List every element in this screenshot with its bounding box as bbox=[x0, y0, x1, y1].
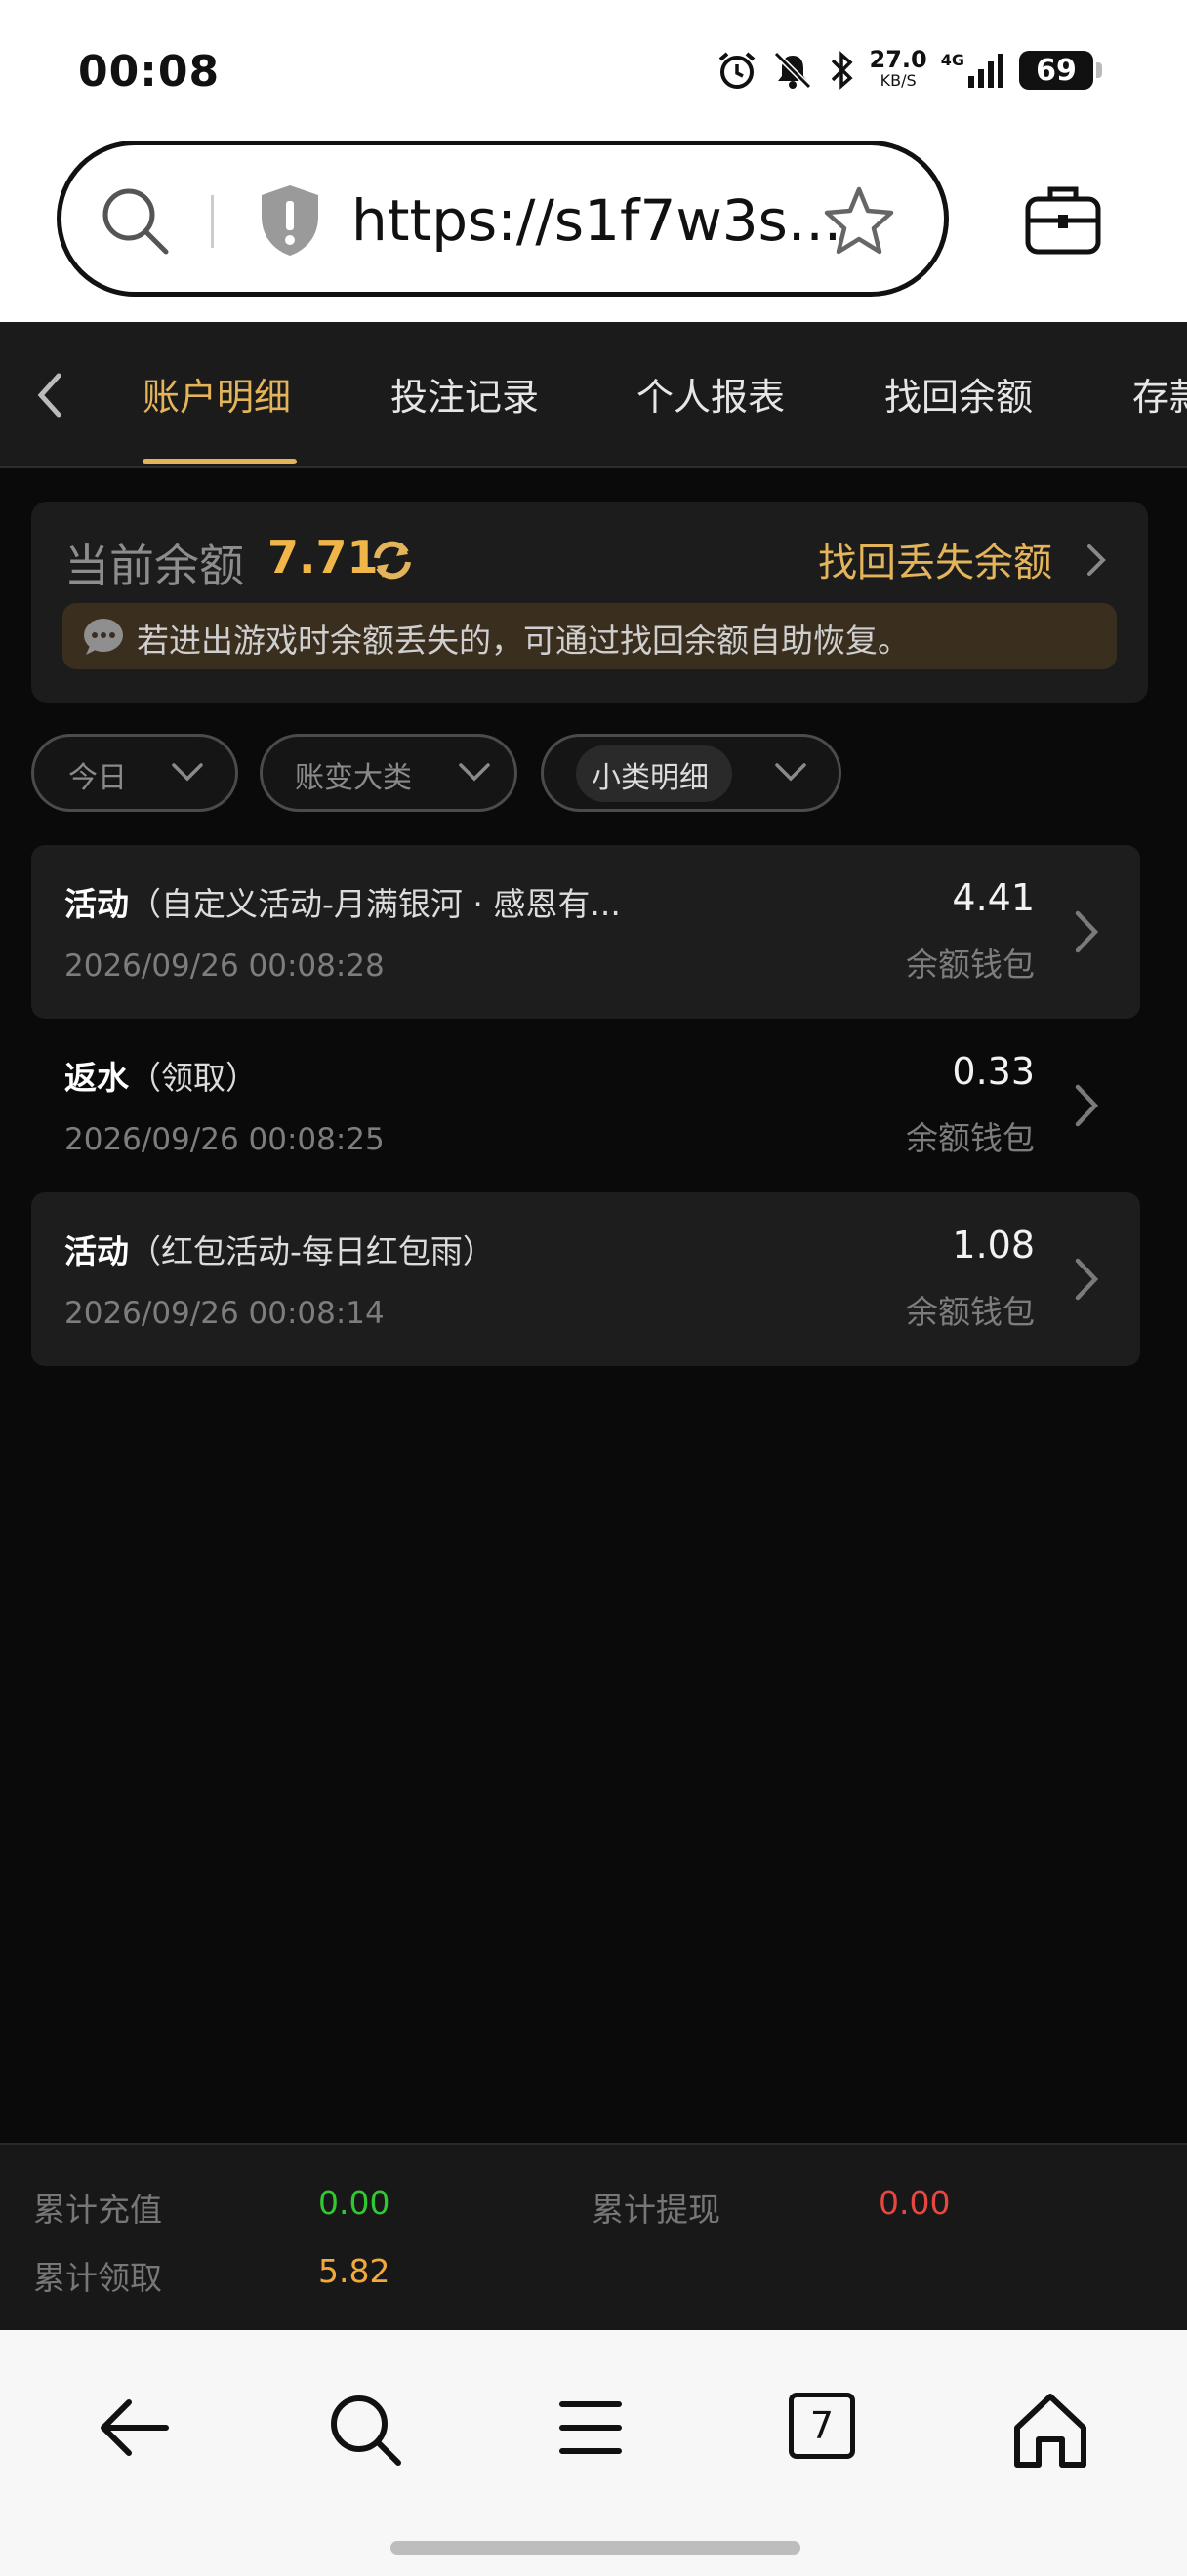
recover-lost-balance-link[interactable]: 找回丢失余额 bbox=[818, 531, 1052, 587]
menu-icon[interactable] bbox=[558, 2391, 623, 2465]
record-amount: 0.33 bbox=[952, 1050, 1035, 1093]
record-wallet: 余额钱包 bbox=[906, 1293, 1035, 1331]
bookmark-star-icon[interactable] bbox=[822, 183, 896, 258]
back-chevron-icon[interactable] bbox=[29, 366, 72, 424]
chevron-right-icon[interactable] bbox=[1082, 541, 1111, 580]
chat-bubble-icon bbox=[84, 619, 123, 655]
security-shield-icon[interactable] bbox=[256, 181, 324, 260]
alarm-icon bbox=[718, 52, 755, 89]
record-wallet: 余额钱包 bbox=[906, 946, 1035, 984]
chevron-right-icon bbox=[1075, 1258, 1099, 1301]
home-indicator bbox=[390, 2541, 800, 2555]
search-icon[interactable] bbox=[98, 183, 172, 258]
bell-muted-icon bbox=[773, 51, 811, 90]
back-arrow-icon[interactable] bbox=[94, 2391, 174, 2465]
record-amount: 4.41 bbox=[952, 876, 1035, 919]
list-item[interactable] bbox=[31, 1192, 1140, 1366]
total-recharge-label: 累计充值 bbox=[33, 2191, 162, 2229]
filter-date-label: 今日 bbox=[68, 761, 127, 795]
status-time: 00:08 bbox=[78, 47, 221, 97]
chevron-down-icon bbox=[172, 763, 203, 782]
tab-bet-records[interactable]: 投注记录 bbox=[390, 367, 539, 421]
chevron-right-icon bbox=[1075, 910, 1099, 953]
total-withdraw-value: 0.00 bbox=[879, 2184, 951, 2222]
chevron-right-icon[interactable] bbox=[1068, 1079, 1103, 1132]
total-claim-label: 累计领取 bbox=[33, 2259, 162, 2297]
record-time: 2026/09/26 00:08:28 bbox=[64, 948, 385, 984]
notice-text: 若进出游戏时余额丢失的，可通过找回余额自助恢复。 bbox=[137, 622, 910, 660]
url-text[interactable]: https://s1f7w3s... bbox=[351, 187, 841, 254]
record-amount: 1.08 bbox=[952, 1224, 1035, 1267]
tab-deposit[interactable]: 存款 bbox=[1132, 367, 1187, 421]
totals-summary bbox=[0, 2143, 1187, 2332]
chevron-down-icon bbox=[459, 763, 490, 782]
tab-recover-balance[interactable]: 找回余额 bbox=[884, 367, 1033, 421]
search-icon[interactable] bbox=[326, 2391, 404, 2469]
record-title[interactable]: 返水（领取） bbox=[64, 1052, 258, 1099]
chevron-down-icon bbox=[775, 763, 806, 782]
filter-date[interactable] bbox=[31, 734, 238, 812]
record-time: 2026/09/26 00:08:14 bbox=[64, 1296, 385, 1331]
record-wallet: 余额钱包 bbox=[906, 1119, 1035, 1157]
balance-label: 当前余额 bbox=[64, 540, 244, 592]
tab-personal-report[interactable]: 个人报表 bbox=[636, 367, 785, 421]
list-item[interactable] bbox=[31, 845, 1140, 1019]
tabs-count-button[interactable]: 7 bbox=[789, 2393, 855, 2459]
active-tab-indicator bbox=[143, 459, 297, 464]
tab-account-details[interactable]: 账户明细 bbox=[143, 367, 291, 421]
record-title: 活动（自定义活动-月满银河 · 感恩有... bbox=[64, 885, 621, 923]
record-time: 2026/09/26 00:08:25 bbox=[64, 1122, 385, 1157]
total-claim-value: 5.82 bbox=[318, 2252, 390, 2290]
status-icons: 27.0 KB/S 4G 69 bbox=[716, 46, 1102, 92]
refresh-icon[interactable] bbox=[367, 535, 418, 585]
filter-subcategory-label: 小类明细 bbox=[592, 761, 709, 795]
network-speed: 27.0 KB/S bbox=[869, 46, 927, 90]
bluetooth-icon bbox=[831, 51, 853, 90]
home-icon[interactable] bbox=[1011, 2391, 1089, 2469]
record-title: 活动（红包活动-每日红包雨） bbox=[64, 1232, 495, 1270]
total-recharge-value: 0.00 bbox=[318, 2184, 390, 2222]
address-divider bbox=[211, 195, 214, 248]
toolbox-icon[interactable] bbox=[1023, 181, 1103, 258]
battery-indicator: 69 bbox=[1019, 51, 1102, 90]
balance-value: 7.71 bbox=[267, 531, 379, 584]
cell-signal-icon: 4G bbox=[941, 51, 1005, 90]
total-withdraw-label: 累计提现 bbox=[592, 2191, 720, 2229]
filter-category-label: 账变大类 bbox=[295, 761, 412, 795]
